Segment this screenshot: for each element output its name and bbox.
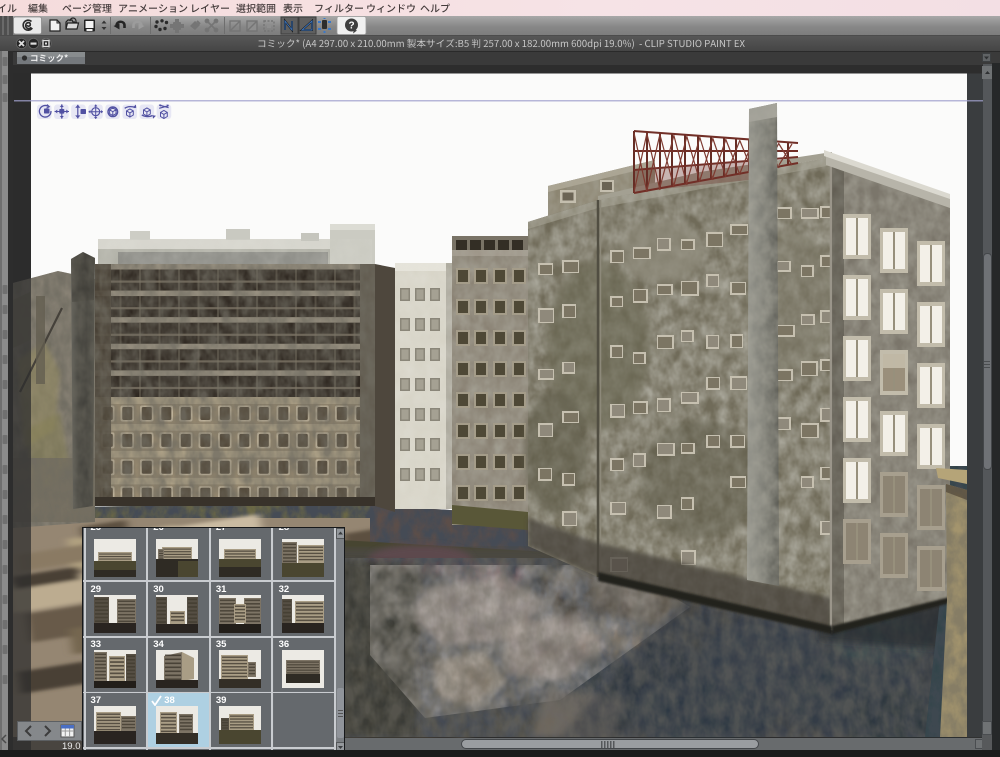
- svg-text:?: ?: [348, 21, 354, 32]
